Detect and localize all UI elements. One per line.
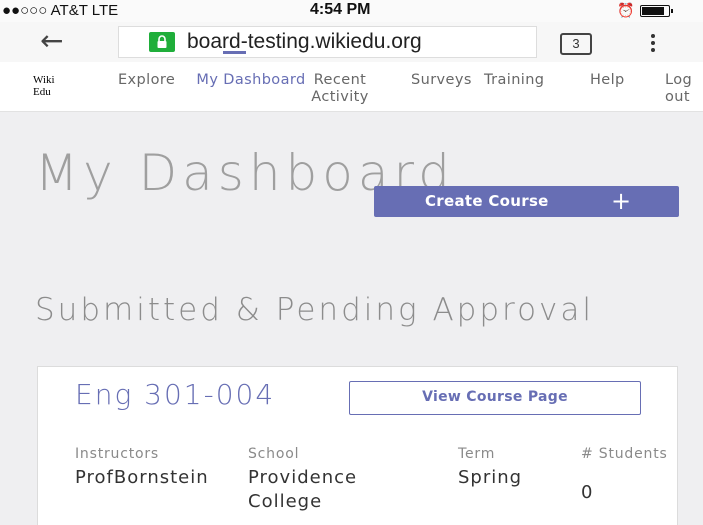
students-label: # Students <box>581 446 668 462</box>
nav-log-out[interactable]: Log out <box>665 72 695 106</box>
instructors-value: ProfBornstein <box>75 467 209 488</box>
battery-icon <box>640 5 673 17</box>
logo-text: Wiki Edu <box>33 74 55 98</box>
section-title: Submitted & Pending Approval <box>35 292 595 328</box>
carrier-signal: ●●○○○ AT&T LTE <box>2 2 119 19</box>
nav-recent-activity[interactable]: Recent Activity <box>285 72 395 106</box>
wiki-edu-logo[interactable]: Wiki Edu <box>33 74 60 98</box>
nav-help[interactable]: Help <box>590 72 625 89</box>
students-value: 0 <box>581 482 594 503</box>
back-arrow-icon[interactable]: ← <box>40 24 63 57</box>
course-card: Eng 301-004 View Course Page Instructors… <box>37 366 678 525</box>
clock: 4:54 PM <box>310 1 371 18</box>
status-bar: ●●○○○ AT&T LTE 4:54 PM ⏰ <box>0 0 703 22</box>
active-nav-indicator <box>223 51 246 54</box>
term-label: Term <box>458 446 496 462</box>
nav-surveys[interactable]: Surveys <box>411 72 472 89</box>
school-label: School <box>248 446 300 462</box>
screen: ●●○○○ AT&T LTE 4:54 PM ⏰ ← board-testing… <box>0 0 703 525</box>
school-value: Providence College <box>248 467 358 512</box>
create-course-label: Create Course <box>425 192 549 210</box>
browser-toolbar: ← board-testing.wikiedu.org 3 <box>0 22 703 62</box>
create-course-button[interactable]: Create Course + <box>374 186 679 217</box>
nav-explore[interactable]: Explore <box>118 72 175 89</box>
lock-icon <box>149 32 175 52</box>
term-value: Spring <box>458 467 523 488</box>
tab-count-button[interactable]: 3 <box>560 33 592 55</box>
alarm-icon: ⏰ <box>617 2 635 18</box>
url-bar[interactable]: board-testing.wikiedu.org <box>118 26 537 58</box>
nav-training[interactable]: Training <box>484 72 544 89</box>
instructors-label: Instructors <box>75 446 160 462</box>
plus-icon: + <box>611 187 632 215</box>
course-title[interactable]: Eng 301-004 <box>75 381 305 409</box>
site-nav: Wiki Edu Explore My Dashboard Recent Act… <box>0 62 703 112</box>
view-course-page-button[interactable]: View Course Page <box>349 381 641 415</box>
more-menu-icon[interactable] <box>651 34 657 52</box>
